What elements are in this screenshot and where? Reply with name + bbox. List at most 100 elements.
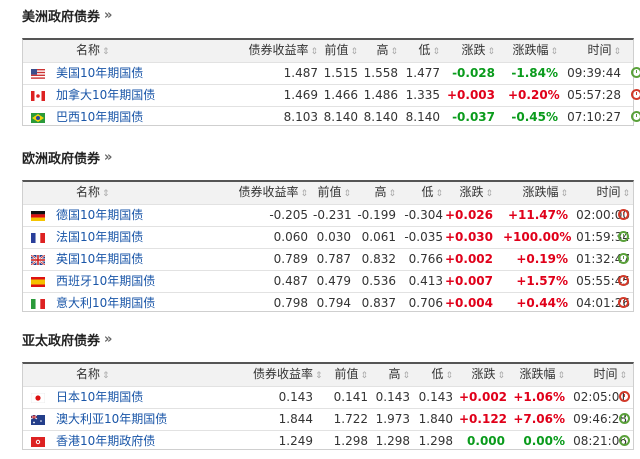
- bond-name[interactable]: 加拿大10年期国债: [56, 85, 155, 106]
- col-header-low-label[interactable]: 低: [421, 185, 433, 199]
- bond-name-link[interactable]: 加拿大10年期国债: [56, 88, 155, 102]
- col-header-name[interactable]: 名称 ⇕: [76, 182, 110, 203]
- section-title[interactable]: 美洲政府债券 »: [22, 6, 112, 25]
- col-header-low[interactable]: 低 ⇕: [415, 364, 453, 385]
- col-header-change[interactable]: 涨跌 ⇕: [443, 40, 495, 61]
- table-row[interactable]: 法国10年期国债 0.060 0.030 0.061 -0.035 +0.030 +100.…: [23, 226, 633, 248]
- table-row[interactable]: 澳大利亚10年期国债 1.844 1.722 1.973 1.840 +0.122 +7.0…: [23, 408, 633, 430]
- bond-name-link[interactable]: 法国10年期国债: [56, 230, 143, 244]
- col-header-yield-label[interactable]: 债券收益率: [253, 367, 313, 381]
- col-header-change-pct-label[interactable]: 涨跌幅: [512, 43, 548, 57]
- table-row[interactable]: 英国10年期国债 0.789 0.787 0.832 0.766 +0.002 +0.19%…: [23, 248, 633, 270]
- bond-name-link[interactable]: 意大利10年期国债: [56, 296, 155, 310]
- col-header-change-label[interactable]: 涨跌: [471, 367, 495, 381]
- sort-icon[interactable]: ⇕: [102, 189, 110, 199]
- col-header-time-label[interactable]: 时间: [593, 367, 617, 381]
- col-header-prev[interactable]: 前值 ⇕: [313, 182, 351, 203]
- sort-icon[interactable]: ⇕: [390, 47, 398, 57]
- col-header-prev-label[interactable]: 前值: [334, 367, 358, 381]
- col-header-time[interactable]: 时间 ⇕: [571, 364, 627, 385]
- col-header-time-label[interactable]: 时间: [596, 185, 620, 199]
- col-header-change-label[interactable]: 涨跌: [459, 185, 483, 199]
- col-header-change-pct-label[interactable]: 涨跌幅: [522, 185, 558, 199]
- bond-name[interactable]: 西班牙10年期国债: [56, 271, 155, 292]
- table-row[interactable]: 日本10年期国债 0.143 0.141 0.143 0.143 +0.002 +1.06%…: [23, 386, 633, 408]
- col-header-low-label[interactable]: 低: [431, 367, 443, 381]
- sort-icon[interactable]: ⇕: [622, 189, 630, 199]
- bond-name[interactable]: 日本10年期国债: [56, 387, 143, 408]
- sort-icon[interactable]: ⇕: [388, 189, 396, 199]
- sort-icon[interactable]: ⇕: [613, 47, 621, 57]
- bond-name[interactable]: 澳大利亚10年期国债: [56, 409, 167, 430]
- col-header-change[interactable]: 涨跌 ⇕: [459, 364, 505, 385]
- table-row[interactable]: 加拿大10年期国债 1.469 1.466 1.486 1.335 +0.003 +0.20…: [23, 84, 640, 106]
- sort-icon[interactable]: ⇕: [619, 371, 627, 381]
- chevron-right-icon[interactable]: »: [104, 150, 112, 165]
- sort-icon[interactable]: ⇕: [497, 371, 505, 381]
- bond-name-link[interactable]: 德国10年期国债: [56, 208, 143, 222]
- col-header-low[interactable]: 低 ⇕: [405, 40, 440, 61]
- col-header-change-pct-label[interactable]: 涨跌幅: [519, 367, 555, 381]
- col-header-high-label[interactable]: 高: [388, 367, 400, 381]
- chevron-right-icon[interactable]: »: [104, 332, 112, 347]
- col-header-yield-label[interactable]: 债券收益率: [248, 43, 308, 57]
- col-header-prev[interactable]: 前值 ⇕: [323, 364, 368, 385]
- col-header-yield[interactable]: 债券收益率 ⇕: [219, 40, 318, 61]
- col-header-name[interactable]: 名称 ⇕: [76, 40, 110, 61]
- bond-name-link[interactable]: 英国10年期国债: [56, 252, 143, 266]
- table-row[interactable]: 德国10年期国债 -0.205 -0.231 -0.199 -0.304 +0.026 +1…: [23, 204, 633, 226]
- bond-name[interactable]: 英国10年期国债: [56, 249, 143, 270]
- col-header-name[interactable]: 名称 ⇕: [76, 364, 110, 385]
- bond-name[interactable]: 法国10年期国债: [56, 227, 143, 248]
- col-header-name-label[interactable]: 名称: [76, 185, 100, 199]
- col-header-prev-label[interactable]: 前值: [324, 43, 348, 57]
- col-header-change-pct[interactable]: 涨跌幅 ⇕: [503, 182, 568, 203]
- sort-icon[interactable]: ⇕: [315, 371, 323, 381]
- section-title-text[interactable]: 亚太政府债券: [22, 330, 100, 349]
- bond-name[interactable]: 美国10年期国债: [56, 63, 143, 84]
- sort-icon[interactable]: ⇕: [435, 189, 443, 199]
- sort-icon[interactable]: ⇕: [300, 189, 308, 199]
- bond-name[interactable]: 巴西10年期国债: [56, 107, 143, 128]
- section-title-text[interactable]: 欧洲政府债券: [22, 148, 100, 167]
- col-header-high-label[interactable]: 高: [376, 43, 388, 57]
- sort-icon[interactable]: ⇕: [550, 47, 558, 57]
- bond-name-link[interactable]: 西班牙10年期国债: [56, 274, 155, 288]
- col-header-time-label[interactable]: 时间: [587, 43, 611, 57]
- section-title[interactable]: 亚太政府债券 »: [22, 330, 112, 349]
- col-header-time[interactable]: 时间 ⇕: [575, 182, 630, 203]
- col-header-low-label[interactable]: 低: [418, 43, 430, 57]
- bond-name-link[interactable]: 日本10年期国债: [56, 390, 143, 404]
- chevron-right-icon[interactable]: »: [104, 8, 112, 23]
- bond-name-link[interactable]: 澳大利亚10年期国债: [56, 412, 167, 426]
- sort-icon[interactable]: ⇕: [102, 47, 110, 57]
- section-title[interactable]: 欧洲政府债券 »: [22, 148, 112, 167]
- col-header-change-pct[interactable]: 涨跌幅 ⇕: [508, 40, 558, 61]
- col-header-yield-label[interactable]: 债券收益率: [238, 185, 298, 199]
- sort-icon[interactable]: ⇕: [485, 189, 493, 199]
- col-header-high-label[interactable]: 高: [374, 185, 386, 199]
- col-header-high[interactable]: 高 ⇕: [373, 364, 410, 385]
- table-row[interactable]: 西班牙10年期国债 0.487 0.479 0.536 0.413 +0.007 +1.57…: [23, 270, 633, 292]
- sort-icon[interactable]: ⇕: [360, 371, 368, 381]
- sort-icon[interactable]: ⇕: [487, 47, 495, 57]
- table-row[interactable]: 意大利10年期国债 0.798 0.794 0.837 0.706 +0.004 +0.44…: [23, 292, 633, 314]
- sort-icon[interactable]: ⇕: [557, 371, 565, 381]
- col-header-prev-label[interactable]: 前值: [317, 185, 341, 199]
- col-header-high[interactable]: 高 ⇕: [363, 40, 398, 61]
- bond-name-link[interactable]: 香港10年期政府债: [56, 434, 155, 448]
- bond-name-link[interactable]: 巴西10年期国债: [56, 110, 143, 124]
- col-header-name-label[interactable]: 名称: [76, 43, 100, 57]
- col-header-time[interactable]: 时间 ⇕: [563, 40, 621, 61]
- bond-name-link[interactable]: 美国10年期国债: [56, 66, 143, 80]
- sort-icon[interactable]: ⇕: [445, 371, 453, 381]
- col-header-low[interactable]: 低 ⇕: [403, 182, 443, 203]
- sort-icon[interactable]: ⇕: [432, 47, 440, 57]
- sort-icon[interactable]: ⇕: [310, 47, 318, 57]
- col-header-change-pct[interactable]: 涨跌幅 ⇕: [513, 364, 565, 385]
- sort-icon[interactable]: ⇕: [350, 47, 358, 57]
- table-row[interactable]: 美国10年期国债 1.487 1.515 1.558 1.477 -0.028 -1.84%…: [23, 62, 640, 84]
- sort-icon[interactable]: ⇕: [343, 189, 351, 199]
- table-row[interactable]: 巴西10年期国债 8.103 8.140 8.140 8.140 -0.037 -0.45%…: [23, 106, 640, 128]
- sort-icon[interactable]: ⇕: [560, 189, 568, 199]
